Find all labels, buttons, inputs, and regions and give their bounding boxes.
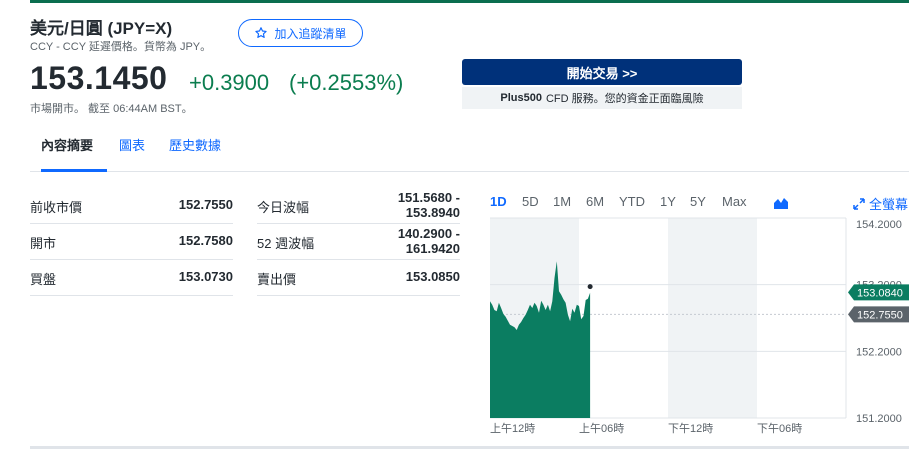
price-chart: 154.2000153.2000152.2000151.2000153.0840…: [490, 217, 909, 435]
x-tick-label: 下午12時: [668, 422, 713, 435]
x-tick-label: 上午12時: [490, 422, 535, 435]
y-tick-label: 151.2000: [856, 413, 902, 425]
x-tick-label: 下午06時: [757, 422, 802, 435]
prev-close-label: 152.7550: [857, 309, 903, 321]
bottom-divider: [30, 446, 909, 449]
session-band: [668, 218, 757, 418]
y-tick-label: 152.2000: [856, 346, 902, 358]
x-tick-label: 上午06時: [579, 422, 624, 435]
last-price-dot: [587, 284, 593, 290]
current-price-label: 153.0840: [857, 287, 903, 299]
y-tick-label: 154.2000: [856, 219, 902, 231]
